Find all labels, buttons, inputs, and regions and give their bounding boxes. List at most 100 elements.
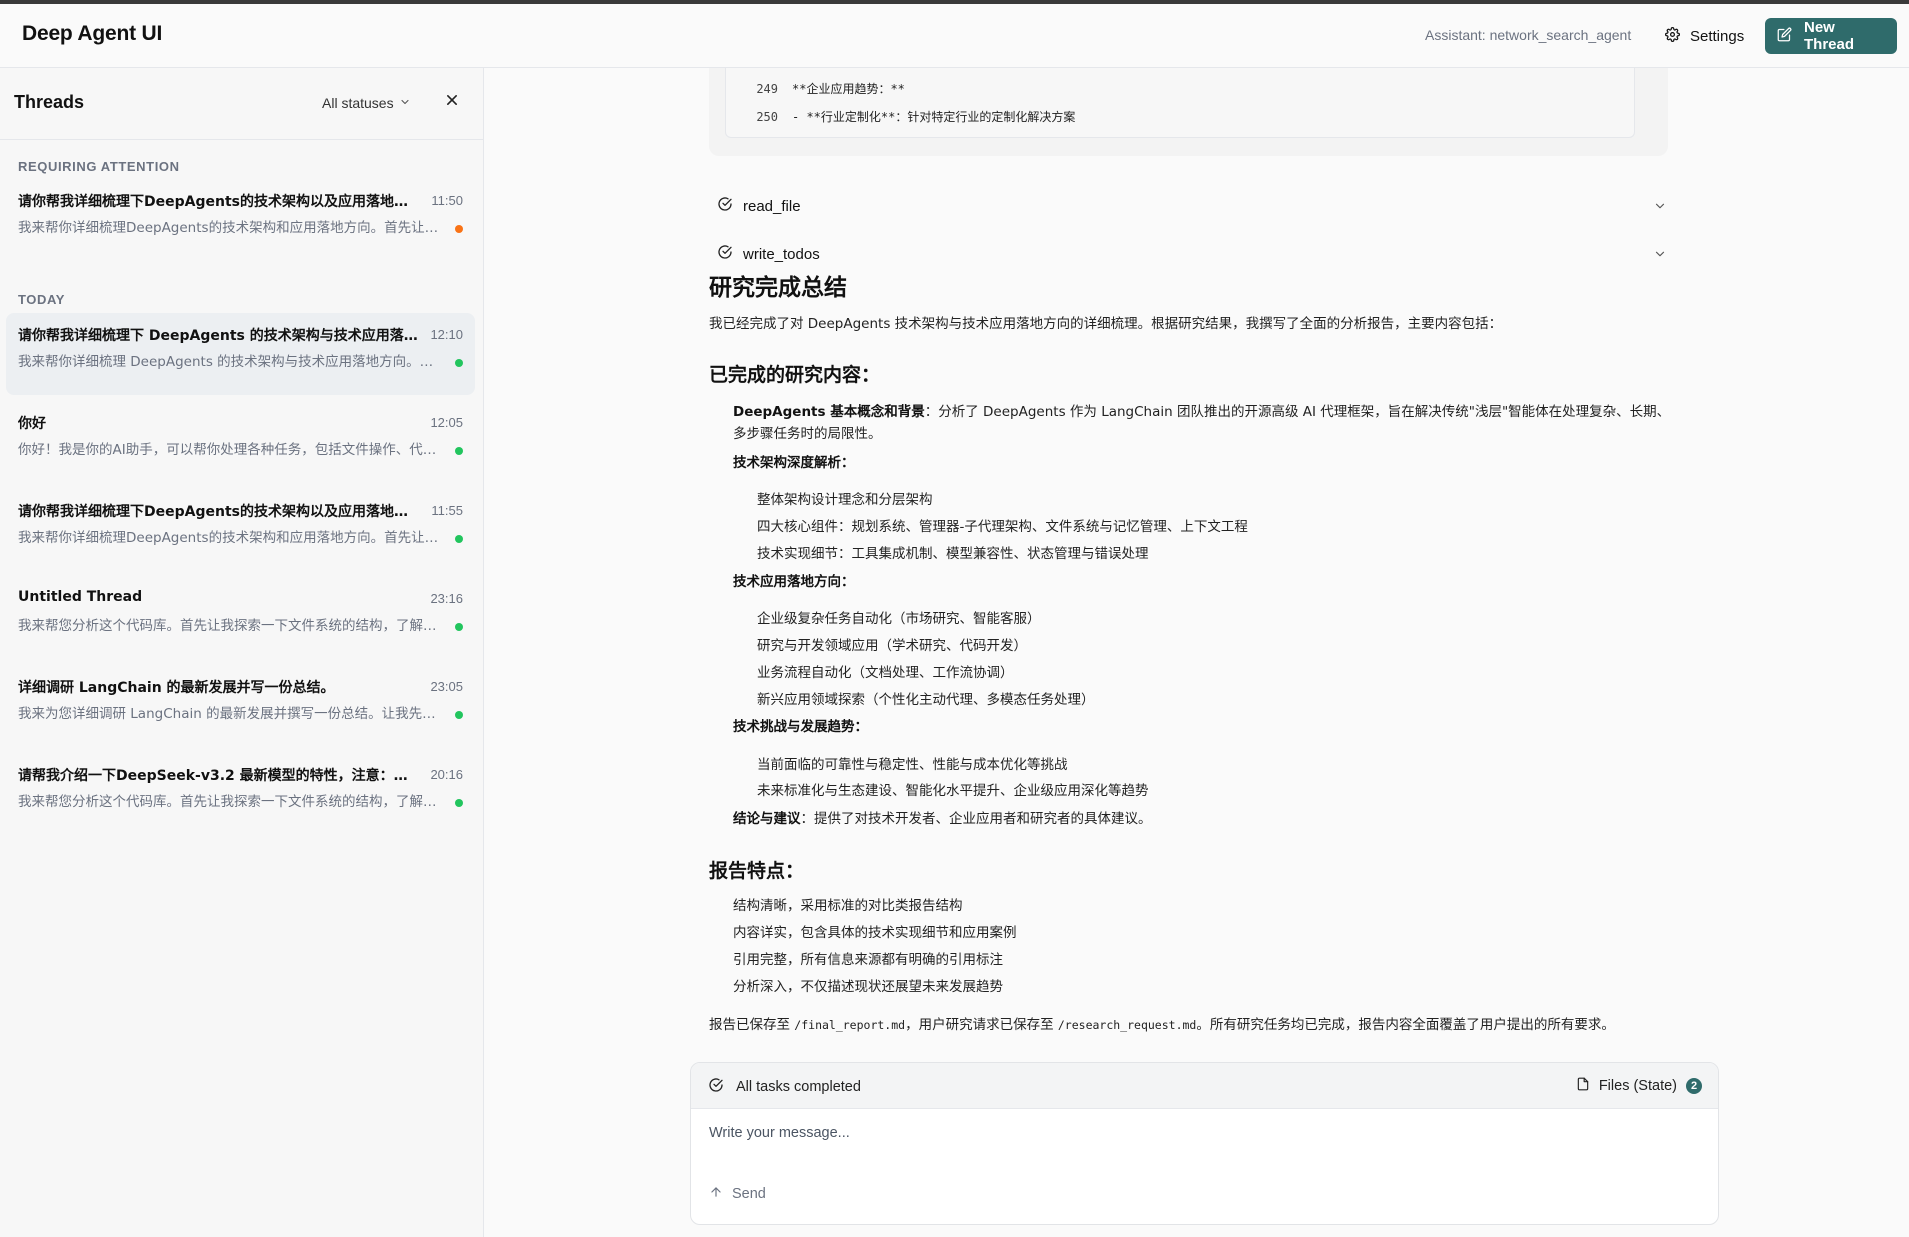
send-label: Send xyxy=(732,1186,766,1202)
thread-preview: 我来帮你详细梳理DeepAgents的技术架构和应用落地方向。首先让我创建一个详… xyxy=(18,220,446,236)
settings-button[interactable]: Settings xyxy=(1655,20,1754,52)
thread-title: 请你帮我详细梳理下DeepAgents的技术架构以及应用落地方向 xyxy=(18,194,418,210)
check-circle-icon xyxy=(717,196,733,216)
message-input[interactable] xyxy=(709,1125,1699,1141)
thread-item[interactable]: 请你帮我详细梳理下DeepAgents的技术架构以及应用落地方向 11:55 我… xyxy=(6,489,475,571)
thread-time: 11:50 xyxy=(431,193,463,208)
status-dot xyxy=(455,711,463,719)
thread-preview: 我来帮你详细梳理DeepAgents的技术架构和应用落地方向。首先让我创建研究计… xyxy=(18,530,446,546)
message-composer: All tasks completed Files (State) 2 Send xyxy=(690,1062,1719,1225)
sub-list-item: 四大核心组件：规划系统、管理器-子代理架构、文件系统与记忆管理、上下文工程 xyxy=(757,519,1248,535)
list-item: 内容详实，包含具体的技术实现细节和应用案例 xyxy=(733,925,1017,941)
tool-name: write_todos xyxy=(743,245,820,263)
files-label: Files (State) xyxy=(1598,1078,1677,1094)
list-item: 结构清晰，采用标准的对比类报告结构 xyxy=(733,898,963,914)
status-filter-label: All statuses xyxy=(322,95,394,111)
thread-preview: 我来帮您分析这个代码库。首先让我探索一下文件系统的结构，了解项目的组成 xyxy=(18,794,446,810)
edit-icon xyxy=(1777,27,1792,46)
status-dot xyxy=(455,799,463,807)
chevron-down-icon xyxy=(1653,247,1667,265)
tool-name: read_file xyxy=(743,197,801,215)
thread-preview: 我来帮您分析这个代码库。首先让我探索一下文件系统的结构，了解项目的组成 xyxy=(18,618,446,634)
sub-list-item: 技术实现细节：工具集成机制、模型兼容性、状态管理与错误处理 xyxy=(757,546,1149,562)
chevron-down-icon xyxy=(399,95,411,111)
thread-item[interactable]: 请帮我介绍一下DeepSeek-v3.2 最新模型的特性，注意：请用中文回答 2… xyxy=(6,753,475,835)
thread-title: 详细调研 LangChain 的最新发展并写一份总结。 xyxy=(18,680,335,696)
status-dot xyxy=(455,225,463,233)
app-title: Deep Agent UI xyxy=(22,22,163,45)
file-icon xyxy=(1576,1076,1590,1096)
code-line: 250- **行业定制化**：针对特定行业的定制化解决方案 xyxy=(756,110,1076,124)
thread-time: 23:05 xyxy=(430,679,463,694)
thread-title: 请帮我介绍一下DeepSeek-v3.2 最新模型的特性，注意：请用中文回答 xyxy=(18,768,418,784)
thread-title: 你好 xyxy=(18,416,46,432)
new-thread-button[interactable]: New Thread xyxy=(1765,18,1897,54)
status-dot xyxy=(455,447,463,455)
code-viewer: 249 **企业应用趋势：** 250- **行业定制化**：针对特定行业的定制化… xyxy=(725,68,1635,138)
composer-status-bar: All tasks completed Files (State) 2 xyxy=(691,1063,1718,1109)
thread-item[interactable]: 请你帮我详细梳理下DeepAgents的技术架构以及应用落地方向 11:50 我… xyxy=(6,179,475,261)
assistant-label: Assistant: network_search_agent xyxy=(1425,27,1632,43)
file-path: /final_report.md xyxy=(794,1018,906,1032)
gear-icon xyxy=(1665,26,1680,46)
status-dot xyxy=(455,623,463,631)
thread-preview: 我来为您详细调研 LangChain 的最新发展并撰写一份总结。让我先制定研究计… xyxy=(18,706,446,722)
file-path: /research_request.md xyxy=(1057,1018,1197,1032)
thread-item[interactable]: Untitled Thread 23:16 我来帮您分析这个代码库。首先让我探索… xyxy=(6,577,475,659)
tool-call-read-file[interactable]: read_file xyxy=(717,187,1677,225)
tasks-status-label: All tasks completed xyxy=(736,1079,861,1095)
list-item: 技术架构深度解析： xyxy=(733,455,855,471)
status-dot xyxy=(455,359,463,367)
thread-item[interactable]: 详细调研 LangChain 的最新发展并写一份总结。 23:05 我来为您详细… xyxy=(6,665,475,747)
thread-time: 11:55 xyxy=(431,503,463,518)
thread-time: 12:10 xyxy=(430,327,463,342)
settings-label: Settings xyxy=(1690,27,1745,45)
sub-list-item: 研究与开发领域应用（学术研究、代码开发） xyxy=(757,638,1027,654)
thread-time: 12:05 xyxy=(430,415,463,430)
list-item: 技术应用落地方向： xyxy=(733,574,855,590)
files-count-badge: 2 xyxy=(1686,1078,1702,1094)
saved-note: 报告已保存至 /final_report.md，用户研究请求已保存至 /rese… xyxy=(709,1017,1615,1033)
tasks-status[interactable]: All tasks completed xyxy=(708,1077,861,1097)
files-state-button[interactable]: Files (State) 2 xyxy=(1576,1076,1702,1096)
close-icon[interactable] xyxy=(442,90,462,110)
thread-title: 请你帮我详细梳理下 DeepAgents 的技术架构与技术应用落地方向 xyxy=(18,328,418,344)
thread-item[interactable]: 请你帮我详细梳理下 DeepAgents 的技术架构与技术应用落地方向 12:1… xyxy=(6,313,475,395)
sub-list-item: 业务流程自动化（文档处理、工作流协调） xyxy=(757,665,1014,681)
summary-heading: 研究完成总结 xyxy=(709,275,847,301)
chevron-down-icon xyxy=(1653,199,1667,217)
list-item: 技术挑战与发展趋势： xyxy=(733,719,868,735)
list-item-continued: 多步骤任务时的局限性。 xyxy=(733,426,882,442)
thread-preview: 你好！我是你的AI助手，可以帮你处理各种任务，包括文件操作、代码分析等 xyxy=(18,442,446,458)
sub-list-item: 新兴应用领域探索（个性化主动代理、多模态任务处理） xyxy=(757,692,1095,708)
section-label-today: TODAY xyxy=(18,292,66,307)
check-circle-icon xyxy=(717,244,733,264)
tool-call-write-todos[interactable]: write_todos xyxy=(717,235,1677,273)
tool-output-box: 249 **企业应用趋势：** 250- **行业定制化**：针对特定行业的定制化… xyxy=(709,68,1668,156)
send-button[interactable]: Send xyxy=(709,1185,766,1203)
status-dot xyxy=(455,535,463,543)
thread-time: 20:16 xyxy=(430,767,463,782)
threads-header: Threads All statuses xyxy=(0,68,483,140)
section-label-attention: REQUIRING ATTENTION xyxy=(18,159,180,174)
completed-heading: 已完成的研究内容： xyxy=(709,364,881,386)
summary-intro: 我已经完成了对 DeepAgents 技术架构与技术应用落地方向的详细梳理。根据… xyxy=(709,316,1503,332)
thread-title: 请你帮我详细梳理下DeepAgents的技术架构以及应用落地方向 xyxy=(18,504,418,520)
list-item: 分析深入，不仅描述现状还展望未来发展趋势 xyxy=(733,979,1003,995)
features-heading: 报告特点： xyxy=(709,860,805,882)
list-item: 结论与建议：提供了对技术开发者、企业应用者和研究者的具体建议。 xyxy=(733,811,1152,827)
chat-main: 249 **企业应用趋势：** 250- **行业定制化**：针对特定行业的定制化… xyxy=(485,68,1909,1237)
thread-time: 23:16 xyxy=(430,591,463,606)
app-header: Deep Agent UI Assistant: network_search_… xyxy=(0,4,1909,68)
thread-title: Untitled Thread xyxy=(18,589,143,605)
new-thread-label: New Thread xyxy=(1804,19,1855,53)
list-item: DeepAgents 基本概念和背景：分析了 DeepAgents 作为 Lan… xyxy=(733,404,1671,420)
thread-item[interactable]: 你好 12:05 你好！我是你的AI助手，可以帮你处理各种任务，包括文件操作、代… xyxy=(6,401,475,483)
arrow-up-icon xyxy=(709,1185,723,1203)
sub-list-item: 当前面临的可靠性与稳定性、性能与成本优化等挑战 xyxy=(757,757,1068,773)
status-filter-dropdown[interactable]: All statuses xyxy=(322,95,411,111)
threads-sidebar: Threads All statuses REQUIRING ATTENTION… xyxy=(0,68,484,1237)
check-circle-icon xyxy=(708,1077,724,1097)
code-line: 249 **企业应用趋势：** xyxy=(756,82,905,96)
threads-title: Threads xyxy=(14,92,85,112)
